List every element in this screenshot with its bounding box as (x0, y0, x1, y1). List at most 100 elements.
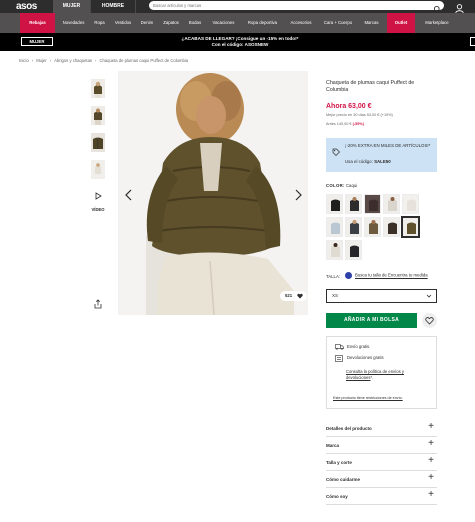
nav-ropa-deportiva[interactable]: Ropa deportiva (241, 13, 284, 33)
prev-image-arrow[interactable] (124, 188, 134, 202)
breadcrumb-abrigos[interactable]: Abrigos y chaquetas (54, 58, 92, 63)
nav-marketplace[interactable]: Marketplace (418, 13, 456, 33)
nav-zapatos[interactable]: Zapatos (158, 13, 184, 33)
search-bar (149, 1, 444, 13)
promo-line-2: Con el código: ASOSNEW (211, 42, 269, 47)
price-tag-icon (332, 143, 340, 156)
video-label: VÍDEO (91, 207, 105, 212)
chevron-down-icon (426, 290, 432, 307)
size-guide-text: Busca tu talla de Encuentra tu medida (355, 272, 428, 278)
color-swatch[interactable] (364, 217, 381, 237)
delivery-policy-link[interactable]: Consulta la política de envíos y devoluc… (346, 369, 404, 380)
shipping-restriction-link[interactable]: Este producto tiene restricciones de env… (333, 396, 403, 400)
tab-mujer[interactable]: MUJER (53, 0, 91, 13)
previous-price-note: Antes 140,00 € (-55%) (326, 122, 364, 126)
nav-cara-cuerpo[interactable]: Cara + Cuerpo (318, 13, 358, 33)
share-icon[interactable] (93, 296, 103, 309)
product-price: Ahora 63,00 € (326, 103, 372, 110)
gallery-thumbnail-1[interactable] (91, 79, 105, 98)
plus-icon: + (428, 438, 434, 449)
saves-badge[interactable]: 521 (280, 291, 307, 301)
heart-icon (297, 291, 303, 305)
next-image-arrow[interactable] (293, 188, 303, 202)
size-guide-link[interactable]: Busca tu talla de Encuentra tu medida (345, 272, 428, 279)
video-button[interactable]: VÍDEO (90, 187, 106, 212)
accordion-label: Talla y corte (326, 460, 352, 465)
plus-icon: + (428, 472, 434, 483)
nav-accesorios[interactable]: Accesorios (285, 13, 317, 33)
accordion-label: Detalles del producto (326, 426, 372, 431)
size-select[interactable]: XS (326, 289, 437, 303)
accordion-size-fit[interactable]: Talla y corte + (326, 454, 437, 471)
nav-marcas[interactable]: Marcas (359, 13, 384, 33)
breadcrumb: Inicio › Mujer › Abrigos y chaquetas › Chaquet… (19, 58, 188, 63)
nav-bodas[interactable]: Bodas (185, 13, 205, 33)
accordion-brand[interactable]: Marca + (326, 437, 437, 454)
promo-mujer-button[interactable]: MUJER (21, 37, 53, 46)
price-history-note: Mejor precio en 30 días 53,00 € (+19%) (326, 113, 393, 117)
color-swatch[interactable] (345, 217, 362, 237)
color-swatch[interactable] (345, 194, 362, 214)
color-swatch[interactable] (364, 194, 381, 214)
search-input[interactable] (153, 1, 423, 10)
tab-hombre[interactable]: HOMBRE (91, 0, 136, 13)
color-swatch[interactable] (326, 240, 343, 260)
accordion-about-me[interactable]: Cómo soy + (326, 488, 437, 505)
account-icon[interactable] (454, 1, 465, 14)
color-swatch[interactable] (383, 194, 400, 214)
search-icon[interactable] (433, 1, 442, 13)
nav-vestidos[interactable]: Vestidos (110, 13, 136, 33)
product-main-image[interactable] (118, 71, 308, 315)
promo-code-box: ¡-20% EXTRA EN MILES DE ARTÍCULOS!* Usa … (326, 138, 437, 172)
ruler-icon (345, 272, 352, 279)
gallery-thumbnail-4[interactable] (91, 160, 105, 179)
accordion-care[interactable]: Cómo cuidarme + (326, 471, 437, 488)
color-label-value: Caqui (345, 183, 358, 188)
breadcrumb-current: Chaqueta de plumas caqui Puffect de Colu… (99, 58, 189, 63)
play-icon (95, 192, 102, 200)
promo-code-prefix: Usa el código: (345, 159, 373, 164)
nav-novedades[interactable]: Novedades (57, 13, 90, 33)
accordion-label: Cómo soy (326, 494, 348, 499)
breadcrumb-separator: › (49, 58, 52, 63)
promo-box-code-line: Usa el código: SALE50 (345, 159, 391, 164)
gallery-thumbnail-3[interactable] (91, 133, 105, 152)
accordion-label: Cómo cuidarme (326, 477, 361, 482)
breadcrumb-separator: › (95, 58, 97, 63)
promo-message[interactable]: ¿ACABAS DE LLEGAR? ¡Consigue un -15% en … (130, 36, 350, 48)
color-swatch[interactable] (326, 217, 343, 237)
nav-vacaciones[interactable]: Vacaciones (207, 13, 240, 33)
saves-count: 521 (285, 293, 293, 298)
color-swatch[interactable] (326, 194, 343, 214)
discount-percent: (-55%) (352, 122, 365, 126)
nav-ropa[interactable]: Ropa (91, 13, 108, 33)
returns-icon (335, 355, 343, 362)
free-returns-text: Devoluciones gratis (347, 355, 384, 360)
nav-denim[interactable]: Denim (137, 13, 157, 33)
nav-outlet[interactable]: Outlet (387, 13, 415, 33)
size-label: TALLA: (326, 274, 341, 279)
breadcrumb-separator: › (31, 58, 34, 63)
free-delivery-text: Envío gratis. (347, 344, 371, 349)
gallery-thumbnail-2[interactable] (91, 106, 105, 125)
add-to-bag-button[interactable]: AÑADIR A MI BOLSA (326, 313, 417, 328)
color-label: COLOR: Caqui (326, 183, 357, 188)
breadcrumb-inicio[interactable]: Inicio (19, 58, 29, 63)
color-swatch[interactable] (345, 240, 362, 260)
accordion-product-details[interactable]: Detalles del producto + (326, 420, 437, 437)
top-bar: asos MUJER HOMBRE (0, 0, 475, 14)
color-label-key: COLOR: (326, 183, 345, 188)
asos-logo[interactable]: asos (16, 0, 37, 13)
color-swatch[interactable] (383, 217, 400, 237)
promo-bar: MUJER ¿ACABAS DE LLEGAR? ¡Consigue un -1… (0, 33, 475, 51)
size-selected-value: XS (332, 293, 339, 298)
save-for-later-button[interactable] (422, 313, 437, 328)
previous-price: Antes 140,00 € (326, 122, 352, 126)
accordion-label: Marca (326, 443, 340, 448)
color-swatch-selected[interactable] (401, 216, 420, 238)
color-swatch[interactable] (402, 194, 419, 214)
promo-hombre-button[interactable] (470, 37, 475, 46)
breadcrumb-mujer[interactable]: Mujer (36, 58, 46, 63)
delivery-info-box: Envío gratis. Devoluciones gratis Consul… (326, 336, 437, 409)
nav-rebajas[interactable]: Rebajas (20, 13, 55, 33)
